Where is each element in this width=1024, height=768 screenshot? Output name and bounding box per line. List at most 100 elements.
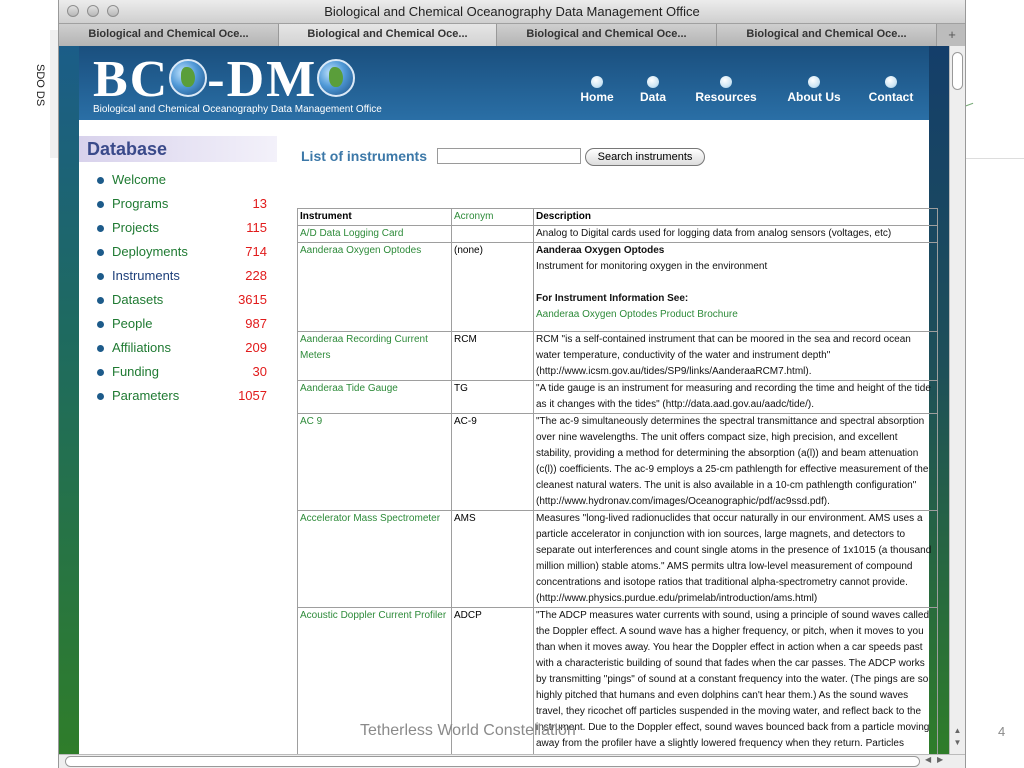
bullet-icon: [97, 297, 104, 304]
bullet-icon: [97, 273, 104, 280]
instrument-link[interactable]: AC 9: [297, 413, 452, 511]
slide-cutoff-text: SDO DS: [34, 64, 46, 107]
instrument-acronym: TG: [451, 380, 534, 414]
sidebar-item-label[interactable]: Programs: [112, 196, 168, 211]
nav-bullet-icon: [808, 76, 820, 88]
instrument-link[interactable]: Aanderaa Recording Current Meters: [297, 331, 452, 381]
column-header-instrument: Instrument: [297, 208, 452, 226]
sidebar-item-label[interactable]: Parameters: [112, 388, 179, 403]
sidebar-item-count: 30: [252, 364, 267, 379]
description-text: Instrument for monitoring oxygen in the …: [536, 261, 768, 272]
sidebar-item-count: 13: [252, 196, 267, 211]
browser-tab-4[interactable]: Biological and Chemical Oce...: [717, 24, 937, 46]
browser-tab-1[interactable]: Biological and Chemical Oce...: [59, 24, 279, 46]
slide-margin-right: [962, 0, 1024, 768]
sidebar-item-welcome[interactable]: Welcome: [97, 172, 267, 192]
sidebar-item-instruments[interactable]: Instruments 228: [97, 268, 267, 288]
table-row: AC 9 AC-9 "The ac-9 simultaneously deter…: [297, 413, 938, 511]
sidebar-item-funding[interactable]: Funding 30: [97, 364, 267, 384]
sidebar-item-people[interactable]: People 987: [97, 316, 267, 336]
nav-contact[interactable]: Contact: [865, 76, 917, 104]
instrument-description: Measures "long-lived radionuclides that …: [533, 510, 938, 608]
site-logo[interactable]: BC -DM: [93, 50, 356, 109]
scroll-up-icon[interactable]: ▲: [952, 726, 963, 735]
sidebar-item-label[interactable]: Welcome: [112, 172, 166, 187]
brochure-link[interactable]: Aanderaa Oxygen Optodes Product Brochure: [536, 307, 935, 323]
sidebar-item-projects[interactable]: Projects 115: [97, 220, 267, 240]
sidebar-title: Database: [87, 139, 168, 159]
sidebar-item-label[interactable]: Affiliations: [112, 340, 171, 355]
vertical-scrollbar[interactable]: ▲ ▼: [949, 46, 965, 754]
instrument-link[interactable]: Aanderaa Oxygen Optodes: [297, 242, 452, 332]
site-header: BC -DM Biological and Chemical Oceanograp…: [79, 46, 929, 120]
instrument-description: Aanderaa Oxygen Optodes Instrument for m…: [533, 242, 938, 332]
horizontal-scrollbar[interactable]: ◀ ▶: [59, 754, 965, 768]
instrument-description: "The ADCP measures water currents with s…: [533, 607, 938, 754]
bullet-icon: [97, 369, 104, 376]
globe-icon: [169, 59, 208, 98]
bullet-icon: [97, 321, 104, 328]
sidebar-item-count: 209: [245, 340, 267, 355]
description-subheading: For Instrument Information See:: [536, 293, 689, 304]
nav-about-us[interactable]: About Us: [785, 76, 843, 104]
sidebar-item-deployments[interactable]: Deployments 714: [97, 244, 267, 264]
instrument-link[interactable]: Aanderaa Tide Gauge: [297, 380, 452, 414]
sidebar-item-label[interactable]: Projects: [112, 220, 159, 235]
bullet-icon: [97, 345, 104, 352]
scroll-left-icon[interactable]: ◀: [925, 755, 931, 764]
table-row: Aanderaa Oxygen Optodes (none) Aanderaa …: [297, 242, 938, 332]
browser-window: Biological and Chemical Oceanography Dat…: [58, 0, 966, 768]
browser-tab-2[interactable]: Biological and Chemical Oce...: [279, 24, 497, 46]
sidebar-item-affiliations[interactable]: Affiliations 209: [97, 340, 267, 360]
sidebar-item-parameters[interactable]: Parameters 1057: [97, 388, 267, 408]
sidebar-item-label[interactable]: People: [112, 316, 152, 331]
scroll-right-icon[interactable]: ▶: [937, 755, 943, 764]
instrument-search-input[interactable]: [437, 148, 581, 164]
instrument-description: "The ac-9 simultaneously determines the …: [533, 413, 938, 511]
table-row: Aanderaa Recording Current Meters RCM RC…: [297, 331, 938, 381]
nav-label: About Us: [787, 90, 841, 104]
sidebar-item-datasets[interactable]: Datasets 3615: [97, 292, 267, 312]
sidebar-item-label[interactable]: Funding: [112, 364, 159, 379]
slide-margin-left: [0, 0, 57, 768]
nav-label: Contact: [868, 90, 914, 104]
nav-resources[interactable]: Resources: [693, 76, 759, 104]
column-header-acronym[interactable]: Acronym: [451, 208, 534, 226]
instrument-list-title: List of instruments: [301, 148, 428, 164]
page-viewport: BC -DM Biological and Chemical Oceanograp…: [59, 46, 949, 754]
new-tab-icon[interactable]: +: [941, 26, 963, 44]
sidebar-item-label[interactable]: Deployments: [112, 244, 188, 259]
scroll-down-icon[interactable]: ▼: [952, 738, 963, 747]
browser-tab-3[interactable]: Biological and Chemical Oce...: [497, 24, 717, 46]
sidebar-item-programs[interactable]: Programs 13: [97, 196, 267, 216]
sidebar-item-count: 714: [245, 244, 267, 259]
nav-home[interactable]: Home: [575, 76, 619, 104]
vertical-scroll-thumb[interactable]: [952, 52, 963, 90]
slide-footer: Tetherless World Constellation: [360, 722, 576, 739]
table-row: A/D Data Logging Card Analog to Digital …: [297, 225, 938, 243]
window-title: Biological and Chemical Oceanography Dat…: [324, 4, 700, 19]
site-subtitle: Biological and Chemical Oceanography Dat…: [93, 104, 382, 115]
search-instruments-button[interactable]: Search instruments: [585, 148, 705, 166]
bullet-icon: [97, 249, 104, 256]
horizontal-scroll-thumb[interactable]: [65, 756, 920, 767]
instrument-table: Instrument Acronym Description A/D Data …: [297, 208, 938, 754]
globe-icon: [317, 59, 356, 98]
window-titlebar: Biological and Chemical Oceanography Dat…: [59, 0, 965, 24]
column-header-description: Description: [533, 208, 938, 226]
instrument-link[interactable]: A/D Data Logging Card: [297, 225, 452, 243]
instrument-link[interactable]: Accelerator Mass Spectrometer: [297, 510, 452, 608]
logo-text-left: BC: [93, 51, 170, 108]
nav-data[interactable]: Data: [635, 76, 671, 104]
sidebar-item-label[interactable]: Instruments: [112, 268, 180, 283]
nav-bullet-icon: [885, 76, 897, 88]
nav-bullet-icon: [647, 76, 659, 88]
instrument-description: RCM "is a self-contained instrument that…: [533, 331, 938, 381]
sidebar-item-label[interactable]: Datasets: [112, 292, 163, 307]
tab-bar: Biological and Chemical Oce... Biologica…: [59, 24, 965, 47]
sidebar-item-count: 1057: [238, 388, 267, 403]
instrument-acronym: AC-9: [451, 413, 534, 511]
logo-text-right: -DM: [207, 51, 318, 108]
instrument-acronym: [451, 225, 534, 243]
